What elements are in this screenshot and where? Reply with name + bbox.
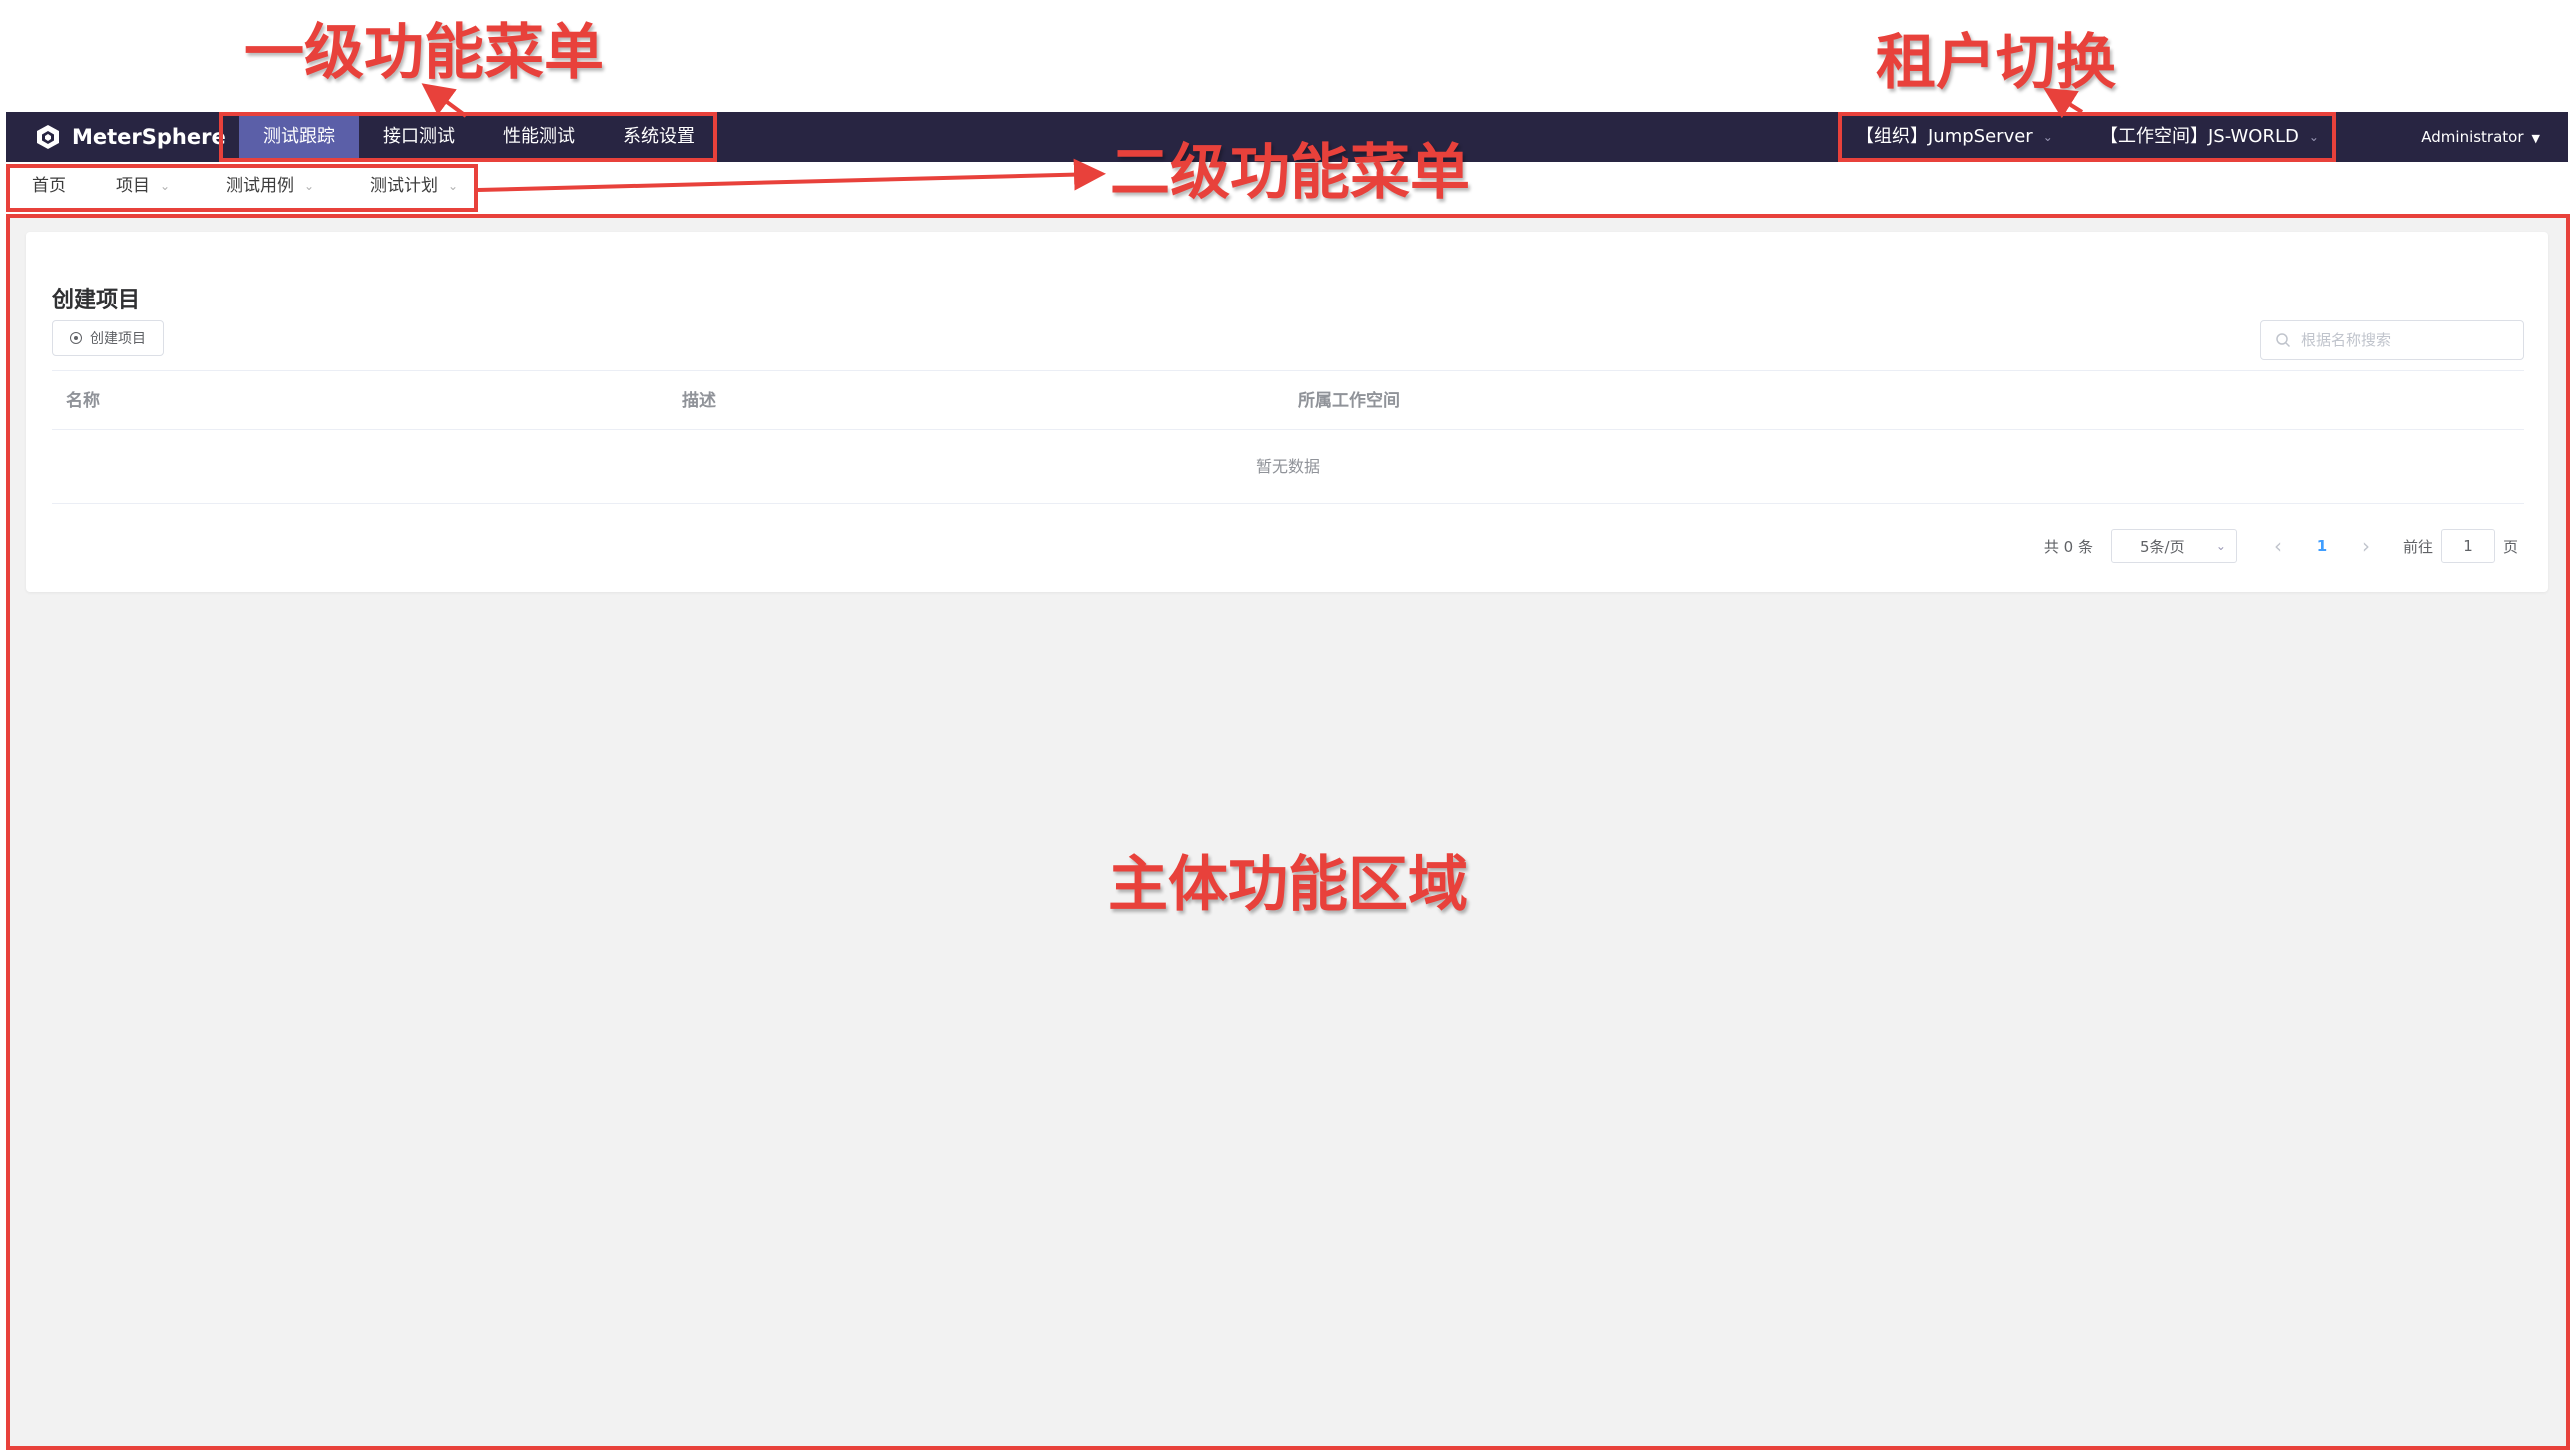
app-logo[interactable]: MeterSphere: [34, 122, 226, 152]
annotation-label-secondary-menu: 二级功能菜单: [1110, 138, 1470, 208]
annotation-label-main-area: 主体功能区域: [1108, 850, 1468, 920]
caret-down-icon: ▼: [2531, 132, 2540, 145]
annotation-box-main-area: [6, 214, 2570, 1450]
annotation-box-tenant: [1838, 112, 2336, 162]
annotation-box-primary-menu: [219, 112, 717, 162]
annotation-label-tenant: 租户切换: [1876, 28, 2116, 98]
annotation-label-primary-menu: 一级功能菜单: [244, 18, 604, 88]
app-name: MeterSphere: [72, 125, 226, 149]
user-name: Administrator: [2421, 128, 2524, 146]
user-menu[interactable]: Administrator ▼: [2421, 112, 2540, 162]
metersphere-logo-icon: [37, 125, 59, 149]
annotation-box-secondary-menu: [6, 164, 478, 212]
arrow-secondary-menu: [477, 158, 1106, 192]
